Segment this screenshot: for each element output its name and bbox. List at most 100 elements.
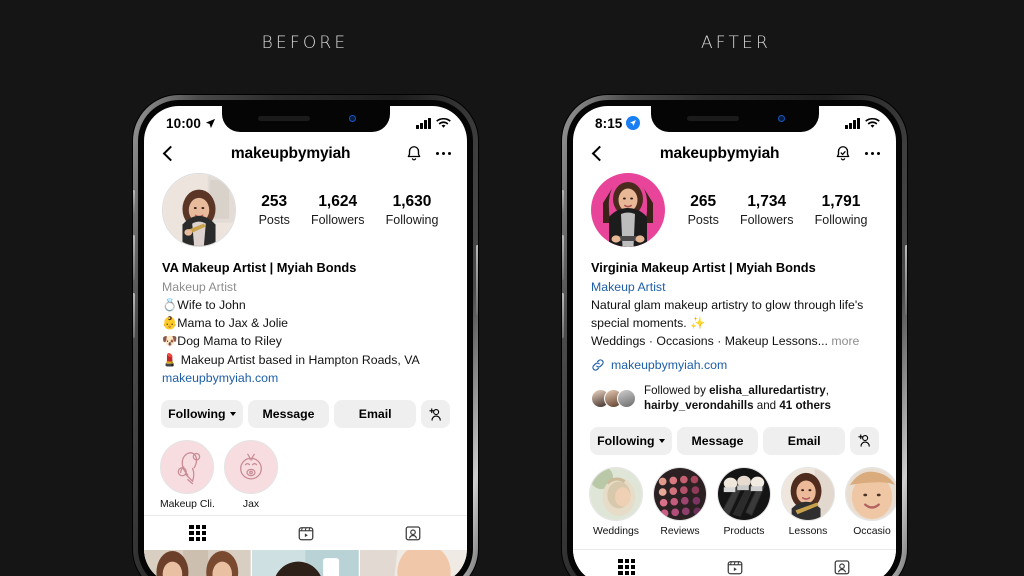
- message-button-label: Message: [691, 433, 744, 448]
- highlight-item[interactable]: Weddings: [589, 466, 643, 537]
- post-thumbnail[interactable]: [360, 550, 467, 576]
- add-person-button[interactable]: [421, 400, 451, 429]
- tagged-icon: [834, 560, 850, 575]
- after-section-label: AFTER: [700, 33, 772, 53]
- add-person-button[interactable]: [850, 426, 880, 455]
- post-thumbnail[interactable]: [252, 550, 359, 576]
- grid-icon: [189, 524, 207, 542]
- status-bar: 8:15: [573, 106, 896, 136]
- bio-line-3: Weddings · Occasions · Makeup Lessons...…: [591, 332, 878, 350]
- status-time: 10:00: [166, 115, 202, 131]
- client-photo: [845, 466, 896, 521]
- status-time-group: 8:15: [595, 115, 641, 131]
- followed-by-user-2[interactable]: hairby_verondahills: [644, 399, 754, 412]
- reels-icon: [298, 527, 313, 541]
- stat-following[interactable]: 1,791 Following: [815, 192, 868, 228]
- stat-followers-label: Followers: [739, 212, 794, 227]
- bio-category: Makeup Artist: [162, 279, 237, 294]
- tab-reels[interactable]: [252, 524, 360, 542]
- highlight-item[interactable]: Jax: [224, 440, 278, 510]
- bio-website-row[interactable]: makeupbymyiah.com: [591, 356, 878, 374]
- followed-by-user-1[interactable]: elisha_alluredartistry: [709, 384, 826, 397]
- tab-grid[interactable]: [573, 558, 681, 576]
- phone-mockup-after: 8:15 makeupbymyiah 265 Posts 1,734 Follo…: [562, 95, 907, 576]
- highlight-caption: Products: [723, 525, 765, 537]
- message-button[interactable]: Message: [676, 426, 759, 455]
- followed-by-others-count[interactable]: 41 others: [779, 399, 831, 412]
- highlight-item[interactable]: Reviews: [653, 466, 707, 537]
- stat-posts-value: 253: [261, 193, 288, 211]
- wifi-icon: [865, 117, 880, 128]
- post-thumbnail[interactable]: [144, 550, 251, 576]
- profile-action-buttons-after: Following Message Email: [573, 414, 896, 455]
- message-button-label: Message: [262, 407, 315, 422]
- add-person-icon: [429, 407, 441, 421]
- highlight-caption: Weddings: [592, 525, 640, 537]
- followed-by-row[interactable]: Followed by elisha_alluredartistry, hair…: [591, 383, 878, 414]
- profile-stats: 253 Posts 1,624 Followers 1,630 Followin…: [236, 192, 449, 228]
- back-chevron-icon[interactable]: [589, 146, 605, 162]
- more-options-icon[interactable]: [436, 151, 451, 156]
- stat-posts-label: Posts: [687, 212, 719, 227]
- profile-action-buttons-before: Following Message Email: [144, 387, 467, 429]
- chevron-down-icon: [658, 438, 665, 443]
- story-highlights-before: Makeup Cli...: [144, 428, 467, 510]
- phone-volume-down-button: [562, 293, 564, 338]
- stat-following-value: 1,630: [392, 193, 432, 211]
- tagged-icon: [405, 526, 421, 541]
- phone-volume-up-button: [133, 235, 135, 280]
- following-button-label: Following: [168, 407, 226, 422]
- phone-power-button: [476, 245, 478, 315]
- back-chevron-icon[interactable]: [160, 146, 176, 162]
- bio-more-link[interactable]: more: [831, 334, 859, 348]
- highlight-caption: Makeup Cli...: [160, 499, 214, 511]
- add-person-icon: [858, 434, 870, 447]
- reels-icon: [727, 561, 742, 575]
- bio-website-link[interactable]: makeupbymyiah.com: [611, 356, 727, 374]
- status-time: 8:15: [595, 115, 623, 131]
- more-options-icon[interactable]: [865, 151, 880, 156]
- profile-stats: 265 Posts 1,734 Followers 1,791 Followin…: [665, 192, 878, 228]
- highlight-caption: Lessons: [788, 525, 828, 537]
- tab-reels[interactable]: [681, 558, 789, 576]
- email-button[interactable]: Email: [334, 400, 417, 429]
- email-button[interactable]: Email: [763, 426, 846, 455]
- tab-grid[interactable]: [144, 524, 252, 542]
- highlight-caption: Occasio: [853, 525, 891, 537]
- stat-following-label: Following: [385, 212, 439, 227]
- stat-followers-label: Followers: [310, 212, 365, 227]
- cellular-bars-icon: [416, 117, 431, 129]
- following-button[interactable]: Following: [590, 426, 672, 455]
- bio-line-1: Natural glam makeup artistry to glow thr…: [591, 297, 864, 312]
- highlight-item[interactable]: Lessons: [781, 466, 835, 537]
- highlight-item[interactable]: Products: [717, 466, 771, 537]
- makeup-client-illustration: [160, 440, 214, 495]
- stat-posts-label: Posts: [258, 212, 290, 227]
- highlight-item[interactable]: Occasio: [845, 466, 896, 537]
- stat-posts[interactable]: 265 Posts: [688, 192, 719, 228]
- instagram-profile-screen-before: 10:00 makeupbymyiah 253 Posts 1,624 Foll…: [144, 106, 467, 576]
- bell-check-icon[interactable]: [834, 144, 852, 163]
- following-button[interactable]: Following: [161, 400, 243, 429]
- tab-tagged[interactable]: [359, 524, 467, 542]
- nav-icon-group: [405, 144, 451, 163]
- phone-bezel: 8:15 makeupbymyiah 265 Posts 1,734 Follo…: [567, 100, 902, 576]
- message-button[interactable]: Message: [247, 400, 330, 429]
- profile-header: 253 Posts 1,624 Followers 1,630 Followin…: [144, 169, 467, 247]
- email-button-label: Email: [358, 407, 392, 422]
- profile-avatar-before[interactable]: [162, 173, 236, 247]
- stat-followers[interactable]: 1,734 Followers: [740, 192, 794, 228]
- bio-website-link[interactable]: makeupbymyiah.com: [162, 369, 449, 387]
- highlight-item[interactable]: Makeup Cli...: [160, 440, 214, 510]
- profile-avatar-after[interactable]: [591, 173, 665, 247]
- stat-followers[interactable]: 1,624 Followers: [311, 192, 365, 228]
- bio-line-3-text: Weddings · Occasions · Makeup Lessons...: [591, 334, 828, 349]
- grid-icon: [618, 558, 636, 576]
- bell-icon[interactable]: [405, 144, 423, 163]
- stat-posts[interactable]: 253 Posts: [259, 192, 290, 228]
- brushes-photo: [717, 466, 771, 521]
- stat-following[interactable]: 1,630 Following: [386, 192, 439, 228]
- followed-by-avatars: [591, 388, 636, 408]
- bio-category[interactable]: Makeup Artist: [591, 278, 878, 296]
- tab-tagged[interactable]: [788, 558, 896, 576]
